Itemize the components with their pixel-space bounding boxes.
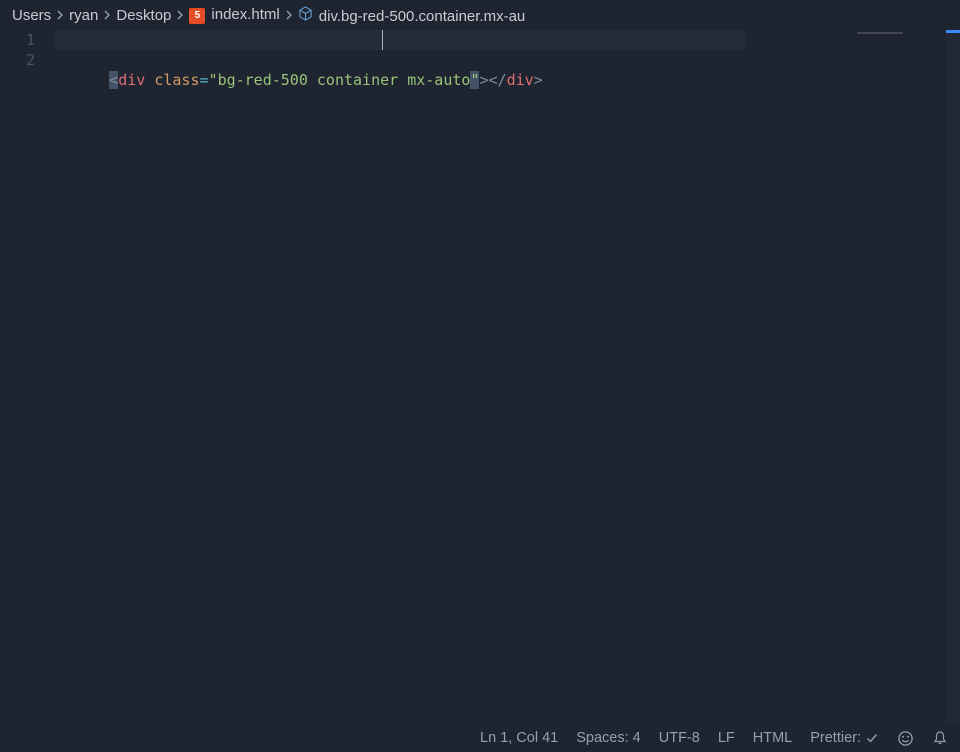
scrollbar-position-marker [946,30,960,33]
status-language-mode[interactable]: HTML [753,730,792,746]
token-tag: div [507,71,534,89]
token-space [145,71,154,89]
line-number-gutter: 1 2 [0,30,55,724]
token-bracket: < [489,71,498,89]
text-cursor [382,30,383,50]
chevron-right-icon [175,10,185,20]
status-encoding[interactable]: UTF-8 [659,730,700,746]
token-attribute: class [154,71,199,89]
active-line-highlight [55,30,745,50]
status-formatter-label: Prettier: [810,730,861,746]
token-bracket: > [534,71,543,89]
token-string-quote: " [209,71,218,89]
minimap-content [857,32,903,34]
minimap[interactable] [855,30,960,724]
chevron-right-icon [284,10,294,20]
code-line[interactable]: <div class="bg-red-500 container mx-auto… [55,30,855,50]
breadcrumb-file-label: index.html [211,6,279,23]
status-bar: Ln 1, Col 41 Spaces: 4 UTF-8 LF HTML Pre… [0,724,960,752]
check-icon [865,731,879,745]
token-bracket: < [109,71,118,89]
notifications-icon[interactable] [932,730,948,746]
editor-area[interactable]: 1 2 <div class="bg-red-500 container mx-… [0,30,960,724]
chevron-right-icon [55,10,65,20]
vertical-scrollbar[interactable] [946,30,960,724]
line-number: 2 [0,50,35,70]
breadcrumb-segment[interactable]: ryan [69,7,98,24]
cube-icon [298,6,313,21]
code-line[interactable] [55,50,855,70]
html-file-icon: 5 [189,8,205,24]
breadcrumb-segment[interactable]: Users [12,7,51,24]
status-indentation[interactable]: Spaces: 4 [576,730,641,746]
status-cursor-position[interactable]: Ln 1, Col 41 [480,730,558,746]
breadcrumb-bar: Users ryan Desktop 5 index.html div.bg-re… [0,0,960,30]
breadcrumb-symbol-label: div.bg-red-500.container.mx-au [319,8,526,25]
token-slash: / [498,71,507,89]
token-bracket: > [479,71,488,89]
breadcrumb-symbol[interactable]: div.bg-red-500.container.mx-au [298,6,526,25]
breadcrumb-file[interactable]: 5 index.html [189,6,279,23]
status-eol[interactable]: LF [718,730,735,746]
token-tag: div [118,71,145,89]
code-content-area[interactable]: <div class="bg-red-500 container mx-auto… [55,30,855,724]
token-equals: = [200,71,209,89]
token-string: bg-red-500 container mx-auto [218,71,471,89]
line-number: 1 [0,30,35,50]
status-formatter[interactable]: Prettier: [810,730,879,746]
breadcrumb-segment[interactable]: Desktop [116,7,171,24]
chevron-right-icon [102,10,112,20]
feedback-icon[interactable] [897,730,914,747]
